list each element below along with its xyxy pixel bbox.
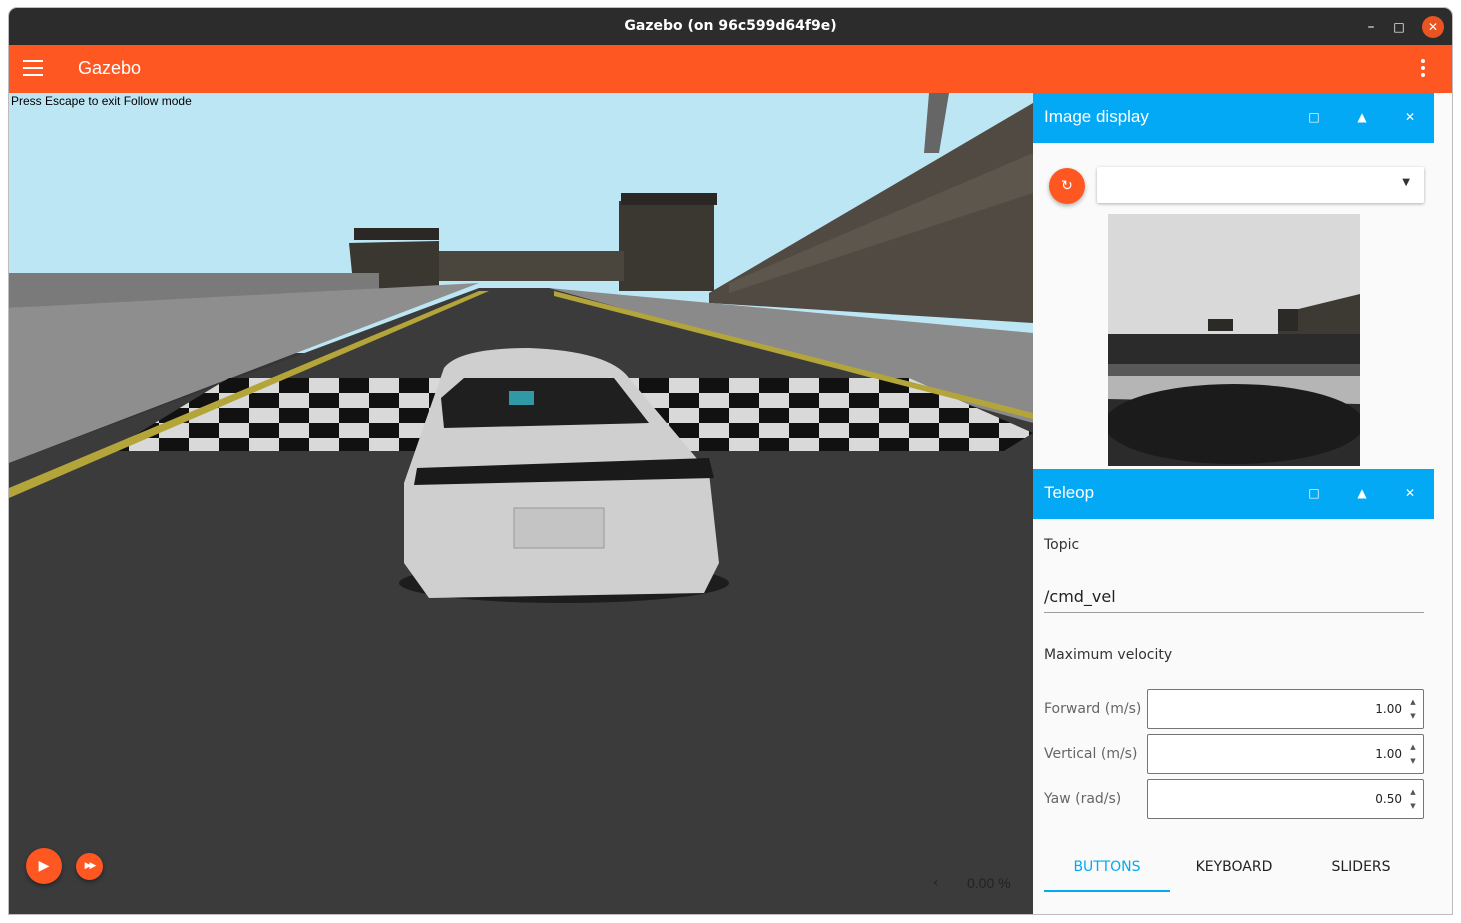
forward-value: 1.00 [1375,702,1402,716]
tab-buttons[interactable]: BUTTONS [1044,859,1170,875]
real-time-factor: 0.00 % [967,875,1011,891]
tab-keyboard[interactable]: KEYBOARD [1171,859,1297,875]
spin-up-icon[interactable]: ▲ [1408,740,1418,754]
app-window: Gazebo (on 96c599d64f9e) – □ ✕ Gazebo Pr… [9,8,1452,914]
collapse-icon[interactable]: ▲ [1353,108,1371,126]
image-display-header: Image display □ ▲ ✕ [1033,93,1434,143]
vertical-value: 1.00 [1375,747,1402,761]
image-display-title: Image display [1044,107,1149,126]
active-tab-indicator [1044,890,1170,892]
yaw-value: 0.50 [1375,792,1402,806]
vertical-label: Vertical (m/s) [1044,746,1138,762]
max-velocity-label: Maximum velocity [1044,647,1173,663]
spin-up-icon[interactable]: ▲ [1408,695,1418,709]
app-title: Gazebo [78,58,142,78]
minimize-button[interactable]: – [1360,16,1382,38]
rtf-expand-icon[interactable]: ‹ [933,875,939,891]
spin-down-icon[interactable]: ▼ [1408,754,1418,768]
vertical-velocity-field[interactable]: 1.00 ▲ ▼ [1147,734,1424,774]
scene-render [9,93,1033,914]
spin-up-icon[interactable]: ▲ [1408,785,1418,799]
spin-arrows[interactable]: ▲ ▼ [1408,695,1418,723]
forward-label: Forward (m/s) [1044,701,1142,717]
play-button[interactable]: ▶ [26,848,62,884]
spin-arrows[interactable]: ▲ ▼ [1408,740,1418,768]
more-vert-icon[interactable] [1419,59,1427,79]
teleop-title: Teleop [1044,483,1095,502]
yaw-velocity-field[interactable]: 0.50 ▲ ▼ [1147,779,1424,819]
image-topic-select[interactable]: ▼ [1097,167,1424,203]
teleop-mode-tabs: BUTTONS KEYBOARD SLIDERS [1044,843,1424,893]
teleop-header: Teleop □ ▲ ✕ [1033,469,1434,519]
collapse-icon[interactable]: ▲ [1353,484,1371,502]
follow-mode-hint: Press Escape to exit Follow mode [11,94,192,108]
close-icon[interactable]: ✕ [1401,484,1419,502]
chevron-down-icon: ▼ [1402,177,1410,188]
tab-sliders[interactable]: SLIDERS [1298,859,1424,875]
refresh-button[interactable]: ↻ [1049,168,1085,204]
step-button[interactable]: ▶▶ [76,853,103,880]
close-window-button[interactable]: ✕ [1422,16,1444,38]
topic-label: Topic [1044,537,1080,553]
app-bar: Gazebo [9,45,1452,93]
close-icon[interactable]: ✕ [1401,108,1419,126]
plugin-panel: Image display □ ▲ ✕ ↻ ▼ Teleop □ ▲ ✕ Top… [1033,93,1452,914]
undock-icon[interactable]: □ [1305,484,1323,502]
undock-icon[interactable]: □ [1305,108,1323,126]
spin-arrows[interactable]: ▲ ▼ [1408,785,1418,813]
forward-velocity-field[interactable]: 1.00 ▲ ▼ [1147,689,1424,729]
spin-down-icon[interactable]: ▼ [1408,799,1418,813]
hamburger-menu-icon[interactable] [23,60,43,76]
camera-image-preview [1108,214,1360,466]
maximize-button[interactable]: □ [1388,16,1410,38]
window-titlebar[interactable]: Gazebo (on 96c599d64f9e) – □ ✕ [9,8,1452,45]
window-title: Gazebo (on 96c599d64f9e) [624,18,837,34]
topic-input[interactable]: /cmd_vel [1044,577,1424,613]
camera-image [1108,214,1360,466]
3d-scene-viewport[interactable]: Press Escape to exit Follow mode ▶ ▶▶ ‹ … [9,93,1033,914]
yaw-label: Yaw (rad/s) [1044,791,1122,807]
spin-down-icon[interactable]: ▼ [1408,709,1418,723]
